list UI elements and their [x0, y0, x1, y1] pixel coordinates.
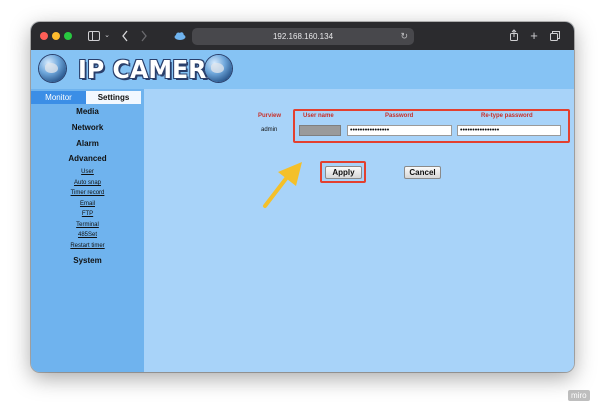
header-retype-password: Re-type password: [481, 113, 533, 119]
miro-watermark: miro: [568, 390, 590, 401]
retype-password-field[interactable]: ••••••••••••••••: [457, 125, 561, 136]
submenu-auto-snap[interactable]: Auto snap: [31, 180, 144, 186]
zoom-window-button[interactable]: [64, 32, 72, 40]
cancel-button[interactable]: Cancel: [404, 166, 441, 179]
submenu-timer-record[interactable]: Timer record: [31, 190, 144, 196]
globe-logo-icon: [205, 55, 232, 82]
submenu-email[interactable]: Email: [31, 201, 144, 207]
site-cloud-icon: [173, 22, 187, 50]
share-icon[interactable]: [508, 22, 520, 50]
sidebar-toggle-icon[interactable]: [87, 22, 101, 50]
menu-network[interactable]: Network: [31, 123, 144, 132]
tab-settings[interactable]: Settings: [86, 91, 141, 104]
back-icon[interactable]: [120, 22, 130, 50]
browser-titlebar: ⌄ 192.168.160.134 ↻ +: [31, 22, 574, 50]
tab-monitor[interactable]: Monitor: [31, 91, 86, 104]
minimize-window-button[interactable]: [52, 32, 60, 40]
tab-bar: Monitor Settings: [31, 89, 144, 104]
submenu-485set[interactable]: 485Set: [31, 232, 144, 238]
new-tab-icon[interactable]: +: [528, 22, 540, 50]
header-username: User name: [303, 113, 334, 119]
username-field[interactable]: [299, 125, 341, 136]
submenu-user[interactable]: User: [31, 169, 144, 175]
submenu-ftp[interactable]: FTP: [31, 211, 144, 217]
tab-overview-icon[interactable]: [549, 22, 561, 50]
purview-value: admin: [261, 127, 278, 133]
submenu-terminal[interactable]: Terminal: [31, 222, 144, 228]
submenu-restart-timer[interactable]: Restart timer: [31, 243, 144, 249]
globe-logo-icon: [39, 55, 66, 82]
url-text: 192.168.160.134: [272, 32, 334, 41]
page-content: IP CAMERA Monitor Settings Media Network…: [31, 50, 574, 372]
menu-advanced[interactable]: Advanced: [31, 154, 144, 163]
close-window-button[interactable]: [40, 32, 48, 40]
banner-title: IP CAMERA: [78, 55, 225, 84]
chevron-down-icon[interactable]: ⌄: [103, 22, 111, 50]
menu-media[interactable]: Media: [31, 107, 144, 116]
banner: IP CAMERA: [31, 50, 574, 89]
header-purview: Purview: [258, 113, 282, 119]
user-settings-panel: Purview admin User name Password Re-type…: [144, 89, 574, 372]
annotation-arrow-icon: [263, 162, 302, 208]
settings-sidebar: Monitor Settings Media Network Alarm Adv…: [31, 89, 144, 372]
reload-icon[interactable]: ↻: [400, 28, 408, 45]
menu-alarm[interactable]: Alarm: [31, 139, 144, 148]
password-field[interactable]: ••••••••••••••••: [347, 125, 452, 136]
header-password: Password: [385, 113, 414, 119]
address-bar[interactable]: 192.168.160.134 ↻: [192, 28, 414, 45]
forward-icon[interactable]: [139, 22, 149, 50]
apply-button[interactable]: Apply: [325, 166, 362, 179]
menu-system[interactable]: System: [31, 256, 144, 265]
